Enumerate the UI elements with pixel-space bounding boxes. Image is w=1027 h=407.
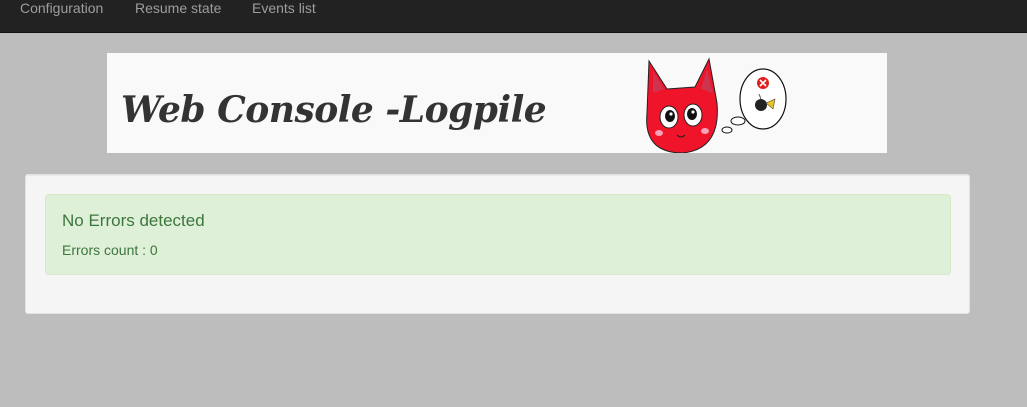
errors-count-value: 0 bbox=[149, 242, 158, 258]
alert-heading: No Errors detected bbox=[62, 211, 205, 230]
banner-title: Web Console -Logpile bbox=[121, 89, 547, 131]
header-banner: Web Console -Logpile bbox=[107, 53, 887, 153]
errors-count-separator: : bbox=[138, 242, 150, 258]
red-cat-thinking-icon bbox=[646, 57, 787, 153]
nav-item-resume-state[interactable]: Resume state bbox=[135, 0, 221, 16]
top-navbar: Configuration Resume state Events list bbox=[0, 0, 1027, 33]
errors-count-label: Errors count bbox=[62, 242, 139, 258]
errors-count-line: Errors count : 0 bbox=[62, 242, 158, 258]
status-panel: No Errors detected Errors count : 0 bbox=[25, 174, 970, 314]
nav-item-configuration[interactable]: Configuration bbox=[20, 0, 103, 16]
success-alert: No Errors detected Errors count : 0 bbox=[45, 194, 951, 275]
nav-item-events-list[interactable]: Events list bbox=[252, 0, 316, 16]
